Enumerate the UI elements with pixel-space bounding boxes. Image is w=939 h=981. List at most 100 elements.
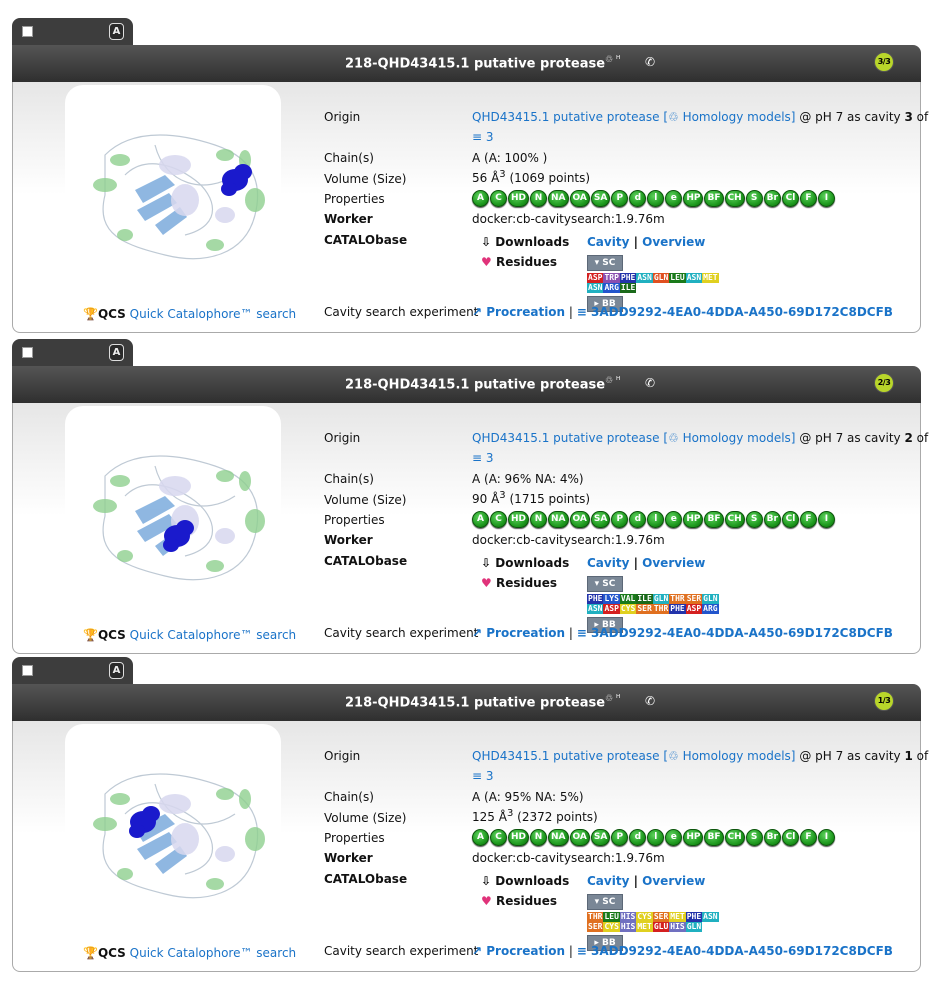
property-pill-ch[interactable]: CH [724,829,745,846]
residue-asn[interactable]: ASN [636,273,653,283]
procreation-link[interactable]: ↗ Procreation [472,944,565,958]
residue-cys[interactable]: CYS [636,912,653,922]
cavity-download-link[interactable]: Cavity [587,874,629,888]
quick-catalophore-search-link[interactable]: Quick Catalophore™ search [130,307,297,321]
residue-gln[interactable]: GLN [685,922,703,932]
property-pill-bf[interactable]: BF [704,511,724,528]
property-pill-br[interactable]: Br [763,511,781,528]
origin-protein-link[interactable]: QHD43415.1 putative protease [472,749,659,763]
homology-models-link[interactable]: [♲ Homology models] [663,110,795,124]
experiment-uuid-link[interactable]: ≡ 3ADD9292-4EA0-4DDA-A450-69D172C8DCFB [577,626,893,640]
phone-icon[interactable]: ✆ [645,55,655,69]
phone-icon[interactable]: ✆ [645,376,655,390]
property-pill-d[interactable]: d [629,829,647,846]
property-pill-l[interactable]: l [647,190,665,207]
qcs-link[interactable]: 🏆QCS Quick Catalophore™ search [83,946,296,960]
property-pill-s[interactable]: S [745,829,763,846]
property-pill-na[interactable]: NA [548,511,569,528]
property-pill-hp[interactable]: HP [683,190,704,207]
property-pill-oa[interactable]: OA [569,511,590,528]
residue-met[interactable]: MET [669,912,686,922]
property-pill-f[interactable]: F [799,829,817,846]
property-pill-ch[interactable]: CH [724,190,745,207]
property-pill-p[interactable]: P [611,190,629,207]
property-pill-n[interactable]: N [530,829,548,846]
residue-asp[interactable]: ASP [685,604,703,614]
residue-met[interactable]: MET [636,922,653,932]
property-pill-p[interactable]: P [611,829,629,846]
property-pill-e[interactable]: e [665,829,683,846]
phone-icon[interactable]: ✆ [645,694,655,708]
homology-models-link[interactable]: [♲ Homology models] [663,431,795,445]
residue-arg[interactable]: ARG [603,283,620,293]
property-pill-i[interactable]: I [817,829,835,846]
chain-a-button[interactable]: A [109,344,124,361]
residue-asn[interactable]: ASN [685,273,703,283]
residue-cys[interactable]: CYS [619,604,637,614]
property-pill-cl[interactable]: Cl [781,511,799,528]
property-pill-sa[interactable]: SA [590,190,611,207]
overview-download-link[interactable]: Overview [642,235,705,249]
property-pill-s[interactable]: S [745,511,763,528]
property-pill-na[interactable]: NA [548,190,569,207]
chain-a-button[interactable]: A [109,23,124,40]
residue-ile[interactable]: ILE [636,594,653,604]
residue-gln[interactable]: GLN [652,273,670,283]
procreation-link[interactable]: ↗ Procreation [472,626,565,640]
cavity-structure-image[interactable] [65,406,281,620]
cavity-count-link[interactable]: ≡ 3 [472,769,494,783]
sidechain-toggle-button[interactable]: ▾ SC [587,255,623,271]
chain-a-button[interactable]: A [109,662,124,679]
property-pill-s[interactable]: S [745,190,763,207]
property-pill-i[interactable]: I [817,190,835,207]
origin-protein-link[interactable]: QHD43415.1 putative protease [472,431,659,445]
property-pill-sa[interactable]: SA [590,829,611,846]
property-pill-l[interactable]: l [647,511,665,528]
property-pill-d[interactable]: d [629,511,647,528]
residue-met[interactable]: MET [702,273,719,283]
residue-phe[interactable]: PHE [619,273,637,283]
residue-asn[interactable]: ASN [587,283,604,293]
residue-phe[interactable]: PHE [587,594,604,604]
residue-cys[interactable]: CYS [603,922,620,932]
residue-ile[interactable]: ILE [619,283,637,293]
property-pill-a[interactable]: A [472,190,489,207]
property-pill-br[interactable]: Br [763,829,781,846]
property-pill-br[interactable]: Br [763,190,781,207]
qcs-link[interactable]: 🏆QCS Quick Catalophore™ search [83,307,296,321]
qcs-link[interactable]: 🏆QCS Quick Catalophore™ search [83,628,296,642]
residue-ser[interactable]: SER [587,922,604,932]
cavity-structure-image[interactable] [65,724,281,938]
property-pill-f[interactable]: F [799,511,817,528]
procreation-link[interactable]: ↗ Procreation [472,305,565,319]
select-checkbox[interactable] [22,665,33,676]
residue-his[interactable]: HIS [669,922,686,932]
property-pill-hd[interactable]: HD [508,829,530,846]
property-pill-cl[interactable]: Cl [781,190,799,207]
residue-arg[interactable]: ARG [702,604,719,614]
property-pill-cl[interactable]: Cl [781,829,799,846]
property-pill-a[interactable]: A [472,511,489,528]
residue-ser[interactable]: SER [636,604,653,614]
property-pill-c[interactable]: C [490,829,507,846]
property-pill-i[interactable]: I [817,511,835,528]
overview-download-link[interactable]: Overview [642,556,705,570]
property-pill-hd[interactable]: HD [508,190,530,207]
property-pill-d[interactable]: d [629,190,647,207]
property-pill-na[interactable]: NA [548,829,569,846]
sidechain-toggle-button[interactable]: ▾ SC [587,894,623,910]
property-pill-p[interactable]: P [611,511,629,528]
property-pill-bf[interactable]: BF [704,829,724,846]
property-pill-hp[interactable]: HP [683,829,704,846]
residue-ser[interactable]: SER [652,912,670,922]
select-checkbox[interactable] [22,347,33,358]
residue-asn[interactable]: ASN [587,604,604,614]
residue-thr[interactable]: THR [652,604,670,614]
property-pill-sa[interactable]: SA [590,511,611,528]
residue-asn[interactable]: ASN [702,912,719,922]
property-pill-c[interactable]: C [490,190,507,207]
residue-his[interactable]: HIS [619,922,637,932]
property-pill-bf[interactable]: BF [704,190,724,207]
residue-gln[interactable]: GLN [702,594,719,604]
select-checkbox[interactable] [22,26,33,37]
